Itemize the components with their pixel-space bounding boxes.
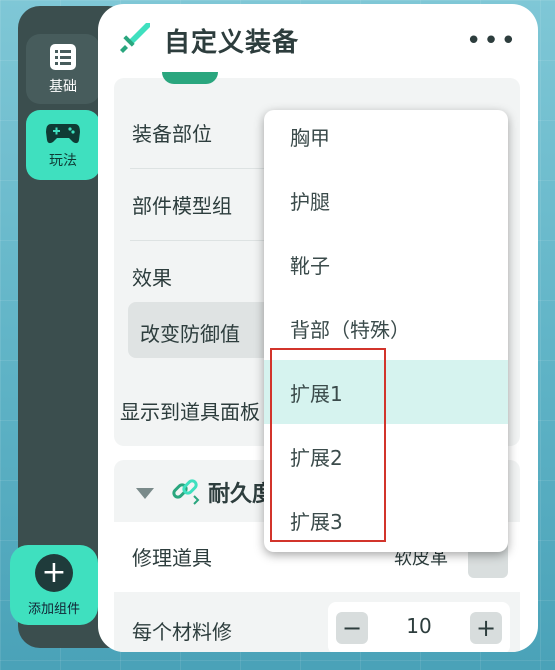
sidebar-item-label: 玩法 <box>49 153 77 169</box>
dropdown-option[interactable]: 护腿 <box>264 168 508 232</box>
plus-button[interactable]: + <box>470 612 502 644</box>
option-label: 胸甲 <box>290 126 330 150</box>
panel-header: 自定义装备 ••• <box>98 4 538 74</box>
gamepad-icon <box>46 124 80 144</box>
quantity-stepper[interactable]: − 10 + <box>328 602 510 652</box>
link-icon <box>172 479 200 505</box>
sidebar-item-gameplay[interactable]: 玩法 <box>26 110 100 180</box>
sidebar-item-basic[interactable]: 基础 <box>26 34 100 104</box>
model-group-label: 部件模型组 <box>132 194 232 218</box>
effect-label: 效果 <box>132 266 172 290</box>
dropdown-option[interactable]: 胸甲 <box>264 110 508 168</box>
more-icon[interactable]: ••• <box>466 26 518 56</box>
option-label: 背部（特殊） <box>290 318 410 342</box>
page-title: 自定义装备 <box>164 28 300 58</box>
sidebar-item-label: 基础 <box>49 79 77 95</box>
plus-icon: + <box>35 553 73 592</box>
option-label: 护腿 <box>290 190 330 214</box>
show-panel-label: 显示到道具面板 <box>120 400 260 424</box>
section-icon-edge <box>162 72 218 84</box>
add-component-label: 添加组件 <box>27 601 80 617</box>
add-component-button[interactable]: + 添加组件 <box>10 545 98 625</box>
list-icon <box>50 44 76 70</box>
sword-icon <box>120 23 150 53</box>
option-label: 靴子 <box>290 254 330 278</box>
repair-item-label: 修理道具 <box>132 546 212 570</box>
annotation-highlight-box <box>270 348 386 542</box>
per-material-label: 每个材料修 <box>132 620 232 644</box>
slot-label: 装备部位 <box>132 122 212 146</box>
dropdown-option[interactable]: 靴子 <box>264 232 508 296</box>
collapse-triangle-icon[interactable] <box>136 488 154 499</box>
effect-value: 改变防御值 <box>140 322 240 346</box>
